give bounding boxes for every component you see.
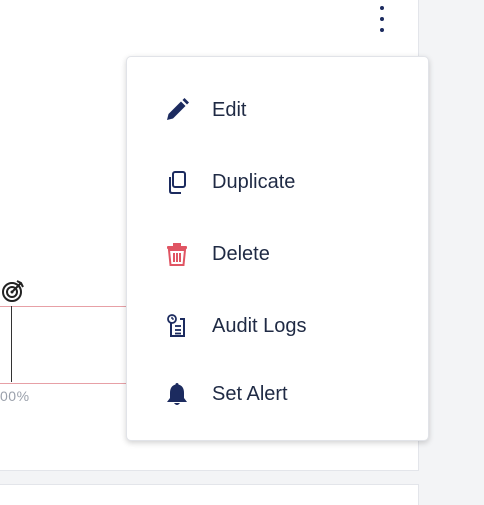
axis-tick-label: 00% — [0, 388, 30, 404]
target-icon — [2, 280, 24, 302]
kebab-dot — [380, 6, 384, 10]
bell-icon — [163, 380, 191, 408]
menu-item-label: Duplicate — [212, 170, 296, 193]
kebab-dot — [380, 17, 384, 21]
kebab-dot — [380, 28, 384, 32]
menu-item-set-alert[interactable]: Set Alert — [127, 371, 428, 417]
more-options-button[interactable] — [372, 6, 392, 32]
copy-icon — [163, 168, 191, 196]
menu-item-delete[interactable]: Delete — [127, 231, 428, 277]
options-menu: Edit Duplicate Delete Audit Logs Set Ale… — [126, 56, 429, 441]
menu-item-label: Delete — [212, 242, 270, 265]
menu-item-audit-logs[interactable]: Audit Logs — [127, 303, 428, 349]
menu-item-label: Set Alert — [212, 382, 288, 405]
menu-item-label: Edit — [212, 98, 247, 121]
menu-item-edit[interactable]: Edit — [127, 87, 428, 133]
pencil-icon — [163, 96, 191, 124]
menu-item-label: Audit Logs — [212, 314, 307, 337]
clipboard-clock-icon — [163, 312, 191, 340]
target-marker-line — [11, 306, 12, 382]
target-range-band — [0, 306, 130, 384]
menu-item-duplicate[interactable]: Duplicate — [127, 159, 428, 205]
next-widget-card — [0, 484, 419, 505]
trash-icon — [163, 240, 191, 268]
